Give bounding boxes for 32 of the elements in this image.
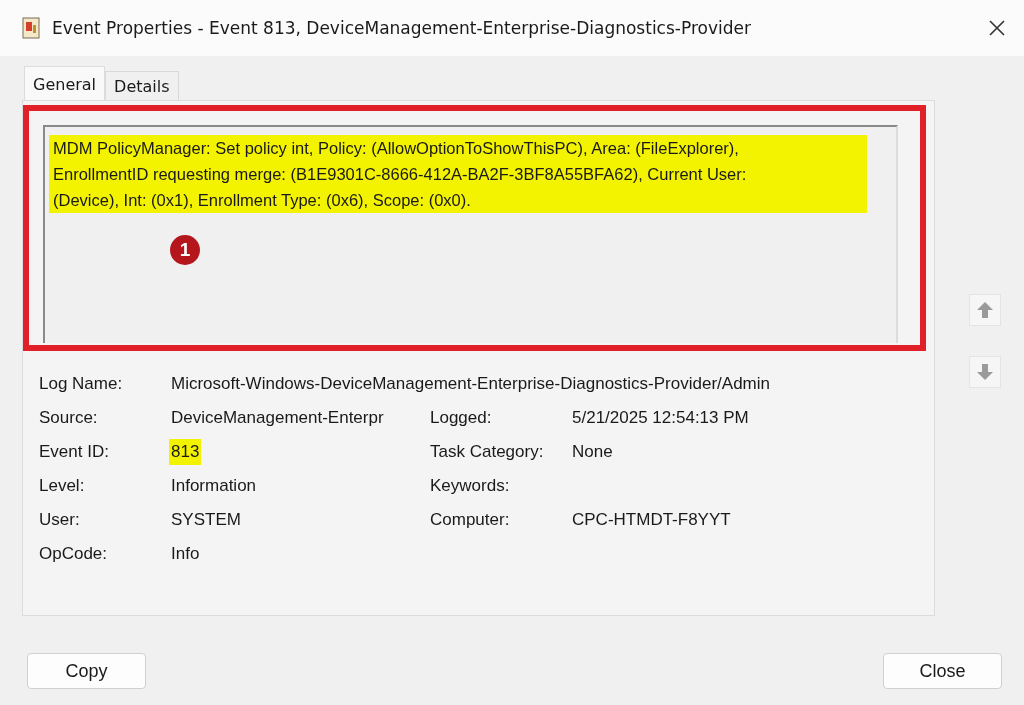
- tab[interactable]: Details: [105, 71, 179, 100]
- field-label: Computer:: [430, 509, 511, 531]
- field-label: Log Name:: [39, 373, 124, 395]
- arrow-down-icon: [975, 362, 995, 382]
- arrow-up-icon: [975, 300, 995, 320]
- field-label: Keywords:: [430, 475, 511, 497]
- field-value: None: [571, 441, 614, 463]
- event-log-icon: [22, 17, 40, 39]
- dialog-button[interactable]: Close: [883, 653, 1002, 689]
- field-value: Microsoft-Windows-DeviceManagement-Enterprise-Diagnostics-Provider/Admin: [170, 373, 771, 395]
- next-event-button[interactable]: [969, 356, 1001, 388]
- field-value: Information: [170, 475, 258, 497]
- tab[interactable]: General: [24, 66, 106, 100]
- field-value: CPC-HTMDT-F8YYT: [571, 509, 732, 531]
- message-box[interactable]: [43, 125, 898, 343]
- field-value: 813: [169, 439, 202, 465]
- field-label: Level:: [39, 475, 86, 497]
- previous-event-button[interactable]: [969, 294, 1001, 326]
- field-value: 5/21/2025 12:54:13 PM: [571, 407, 750, 429]
- event-message: MDM PolicyManager: Set policy int, Policy: (AllowOptionToShowThisPC), Area: (FileExplorer), EnrollmentID requesting merge: (B1E9301C-8666-412A-BA2F-3BF8A55BFA62), Current User: (Device), Int: (0x1), Enrollment Type: (0x6), Scope: (0x0).: [49, 135, 867, 213]
- window-title: Event Properties - Event 813, DeviceManagement-Enterprise-Diagnostics-Provider: [52, 18, 752, 38]
- field-label: Task Category:: [430, 441, 545, 463]
- dialog-button[interactable]: Copy: [27, 653, 146, 689]
- field-label: User:: [39, 509, 81, 531]
- field-label: Source:: [39, 407, 99, 429]
- field-value: SYSTEM: [170, 509, 242, 531]
- field-label: OpCode:: [39, 543, 109, 565]
- field-label: Logged:: [430, 407, 493, 429]
- field-label: Event ID:: [39, 441, 110, 463]
- callout-badge: 1: [170, 235, 200, 265]
- field-value: Info: [170, 543, 201, 565]
- field-value: DeviceManagement-Enterpr: [170, 407, 385, 429]
